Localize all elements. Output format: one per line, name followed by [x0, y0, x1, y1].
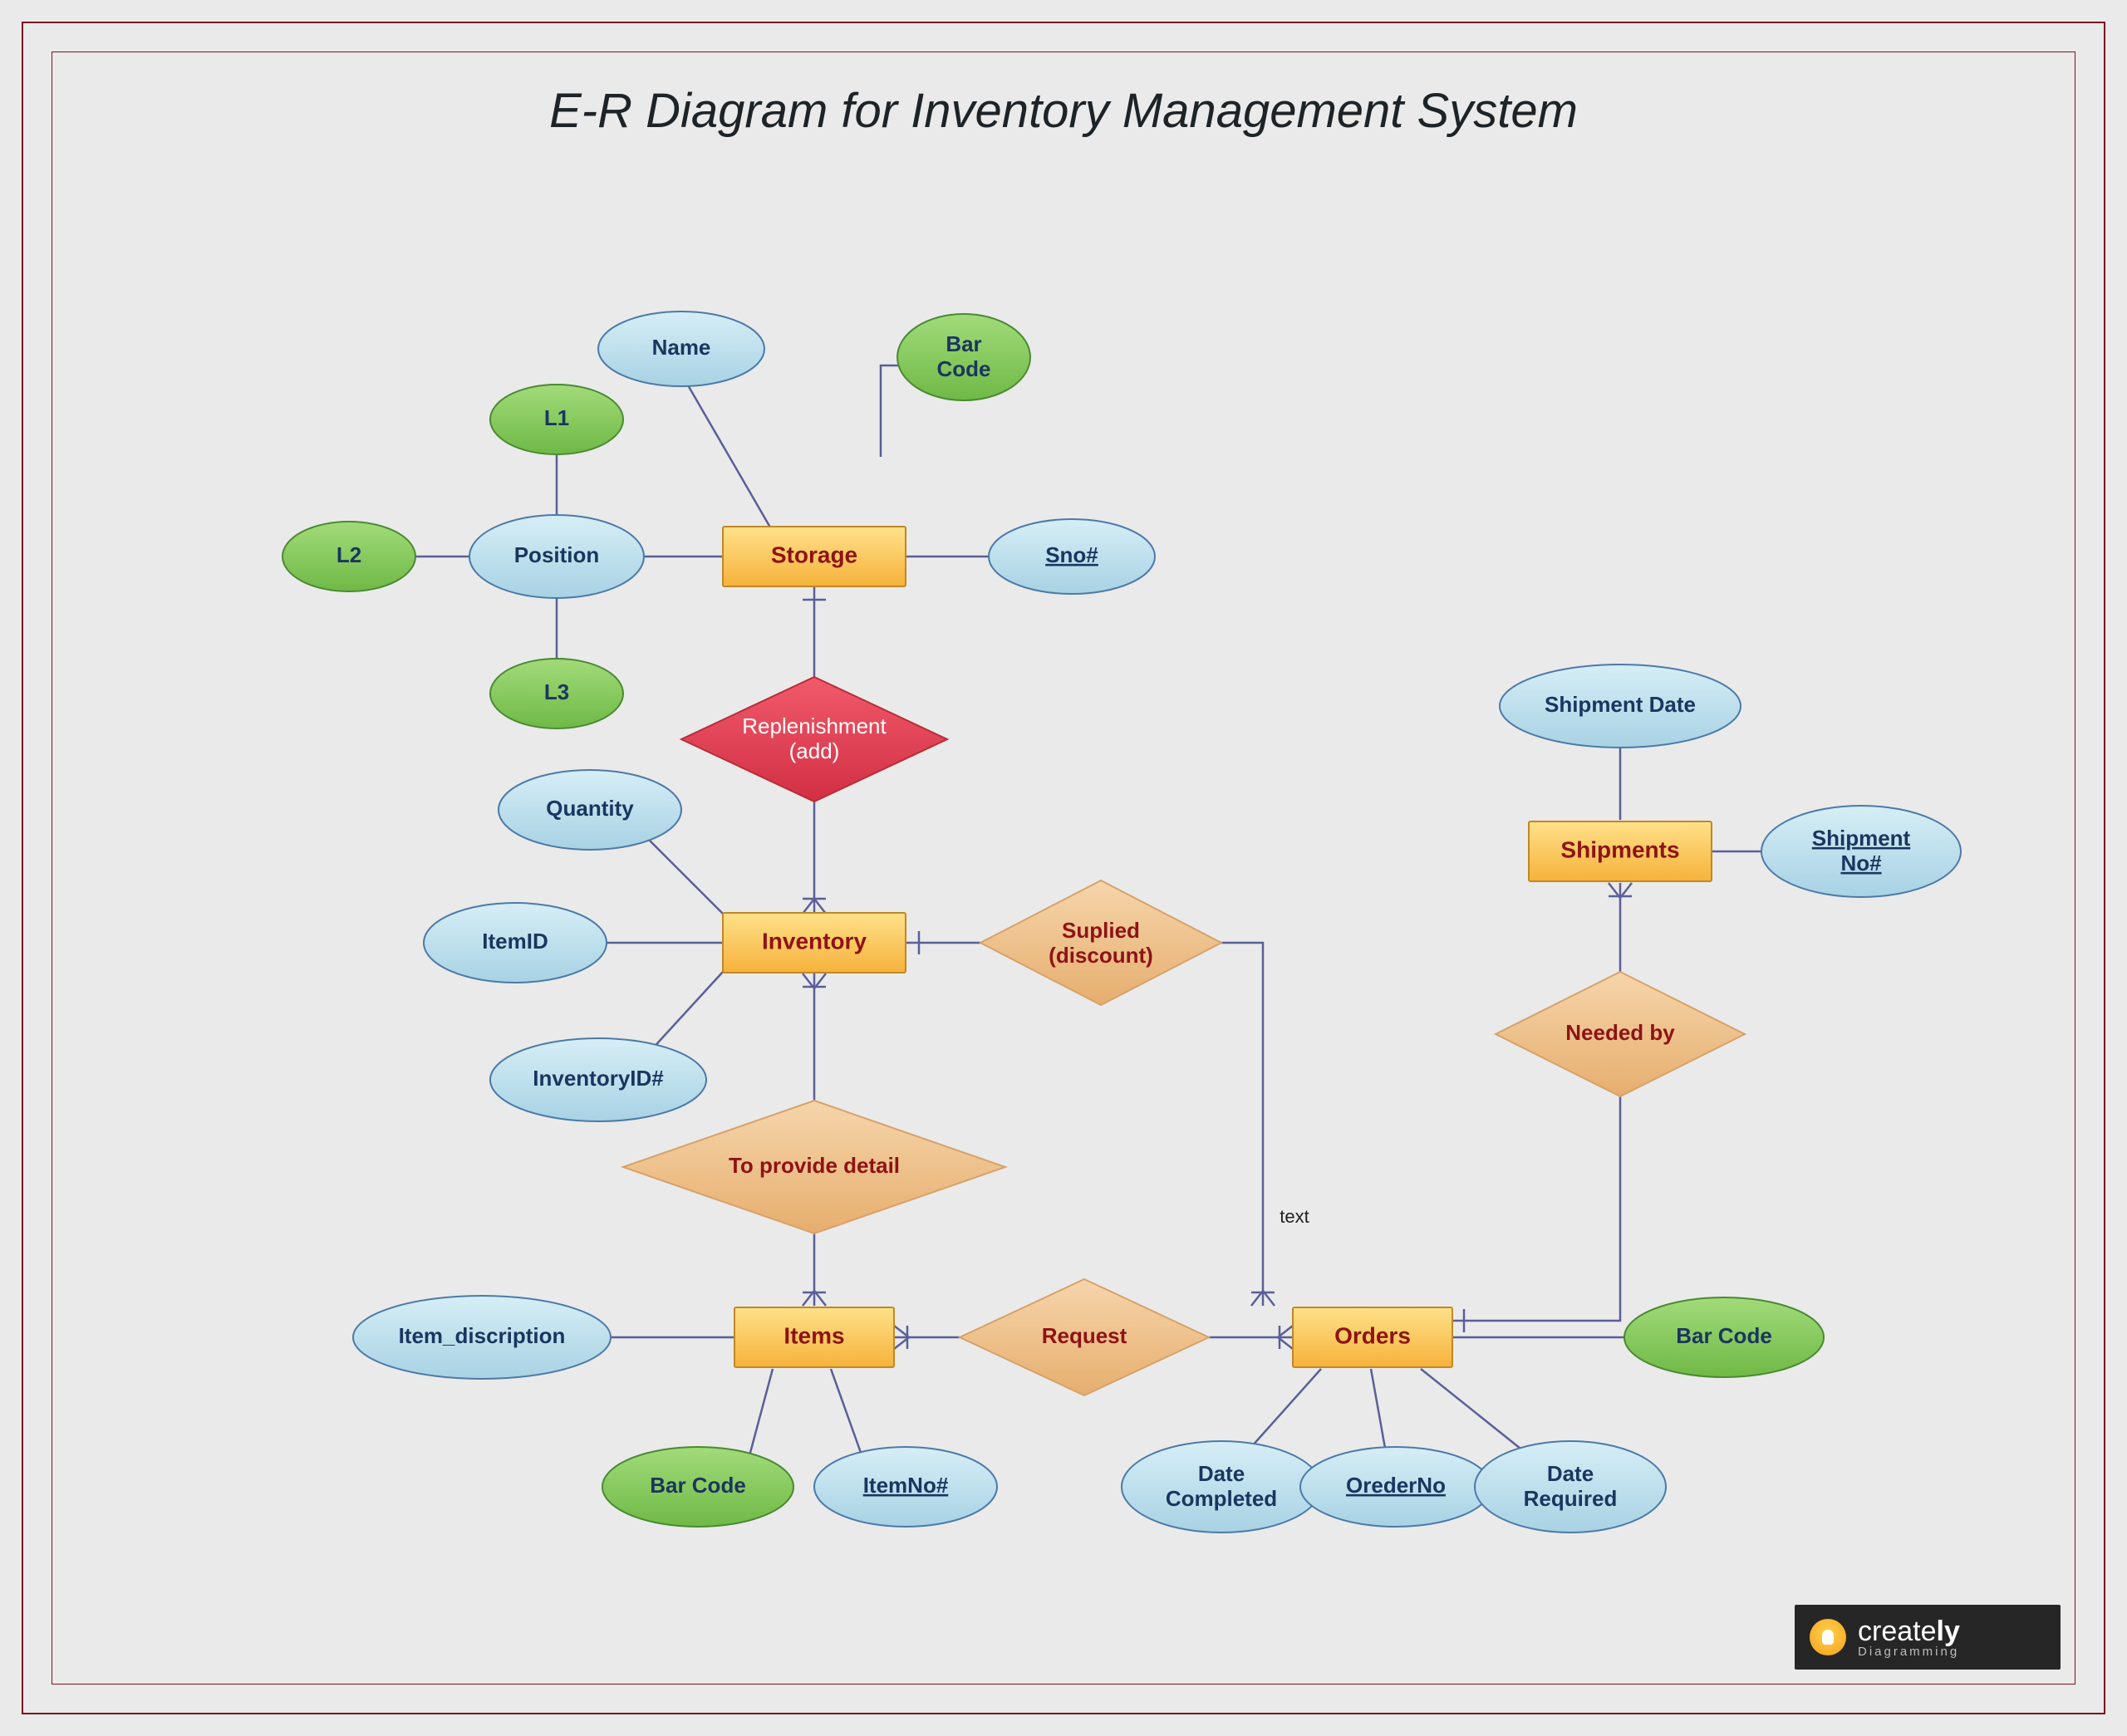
attr-position-l3: L3: [490, 659, 623, 728]
attr-orders-date-completed: Date Completed: [1122, 1441, 1321, 1532]
entity-items-label: Items: [784, 1322, 844, 1348]
svg-text:Shipment Date: Shipment Date: [1545, 692, 1696, 717]
page: E-R Diagram for Inventory Management Sys…: [0, 0, 2127, 1736]
svg-text:Item_discription: Item_discription: [399, 1323, 566, 1348]
entity-orders-label: Orders: [1334, 1322, 1411, 1348]
entity-shipments-label: Shipments: [1560, 836, 1679, 862]
svg-text:Sno#: Sno#: [1045, 542, 1098, 567]
relationship-supplied: Suplied (discount): [980, 880, 1221, 1005]
rel-neededby-label: Needed by: [1565, 1020, 1675, 1045]
entity-items: Items: [734, 1307, 894, 1367]
svg-text:No#: No#: [1840, 851, 1882, 875]
svg-text:ItemNo#: ItemNo#: [863, 1473, 949, 1498]
svg-text:Completed: Completed: [1166, 1486, 1277, 1511]
attr-orders-date-required: Date Required: [1475, 1441, 1666, 1532]
attr-items-barcode: Bar Code: [602, 1447, 793, 1527]
svg-text:L2: L2: [336, 542, 361, 567]
attr-inventory-quantity: Quantity: [499, 770, 681, 850]
rel-replenishment-label-2: (add): [789, 738, 840, 763]
entity-orders: Orders: [1293, 1307, 1452, 1367]
svg-text:Replenishment: Replenishment: [742, 714, 887, 738]
svg-text:OrederNo: OrederNo: [1346, 1473, 1446, 1498]
attr-orders-barcode: Bar Code: [1624, 1297, 1824, 1377]
relationship-to-provide-detail: To provide detail: [623, 1101, 1005, 1233]
svg-text:Quantity: Quantity: [546, 796, 634, 821]
svg-text:Date: Date: [1198, 1461, 1245, 1486]
attr-position-l2: L2: [282, 522, 415, 591]
svg-text:L3: L3: [544, 679, 569, 704]
attr-orders-orderno: OrederNo: [1300, 1447, 1491, 1527]
svg-text:Name: Name: [652, 335, 711, 360]
attr-inventory-itemid: ItemID: [424, 903, 607, 983]
rel-request-label: Request: [1042, 1323, 1127, 1348]
entity-inventory: Inventory: [723, 913, 906, 973]
relationship-needed-by: Needed by: [1496, 972, 1745, 1096]
svg-text:Bar Code: Bar Code: [1676, 1323, 1772, 1348]
entity-inventory-label: Inventory: [762, 928, 867, 954]
svg-text:Code: Code: [937, 356, 991, 381]
rel-supplied-label-2: (discount): [1049, 943, 1153, 968]
svg-text:ItemID: ItemID: [482, 929, 548, 954]
relationship-request: Request: [960, 1279, 1209, 1395]
svg-text:Position: Position: [514, 542, 600, 567]
logo-brand-bold: ly: [1937, 1616, 1960, 1647]
entity-storage: Storage: [723, 527, 906, 586]
entity-shipments: Shipments: [1529, 821, 1712, 881]
svg-text:Shipment: Shipment: [1812, 826, 1911, 851]
attr-shipments-no: Shipment No#: [1761, 806, 1961, 897]
attr-storage-position: Position: [469, 515, 644, 598]
attr-storage-sno: Sno#: [989, 519, 1155, 594]
svg-text:(discount): (discount): [1049, 943, 1153, 968]
svg-text:Bar: Bar: [946, 331, 981, 356]
rel-supplied-label-1: Suplied: [1062, 918, 1140, 943]
svg-text:L1: L1: [544, 405, 569, 430]
diagram-canvas: Replenishment (add) Suplied (discount) t…: [0, 0, 2127, 1736]
svg-text:(add): (add): [789, 738, 840, 763]
logo-subtitle: Diagramming: [1858, 1645, 1960, 1658]
attr-storage-name: Name: [598, 311, 764, 386]
svg-text:Required: Required: [1524, 1486, 1618, 1511]
rel-detail-label: To provide detail: [729, 1153, 900, 1178]
attr-items-itemno: ItemNo#: [814, 1447, 997, 1527]
svg-text:InventoryID#: InventoryID#: [533, 1066, 664, 1091]
rel-replenishment-label-1: Replenishment: [742, 714, 887, 738]
attr-position-l1: L1: [490, 385, 623, 454]
attr-shipments-date: Shipment Date: [1500, 664, 1741, 748]
entity-storage-label: Storage: [771, 542, 857, 567]
attr-storage-barcode: Bar Code: [897, 314, 1030, 400]
svg-text:Suplied: Suplied: [1062, 918, 1140, 943]
attr-items-description: Item_discription: [353, 1296, 611, 1379]
link-label-text: text: [1280, 1206, 1309, 1227]
svg-text:Bar Code: Bar Code: [650, 1473, 746, 1498]
svg-text:Date: Date: [1547, 1461, 1594, 1486]
bulb-icon: [1810, 1619, 1846, 1655]
attr-inventory-inventoryid: InventoryID#: [490, 1038, 706, 1121]
logo-brand-plain: create: [1858, 1616, 1937, 1647]
relationship-replenishment: Replenishment (add): [681, 677, 947, 802]
creately-logo: creately Diagramming: [1795, 1605, 2061, 1670]
